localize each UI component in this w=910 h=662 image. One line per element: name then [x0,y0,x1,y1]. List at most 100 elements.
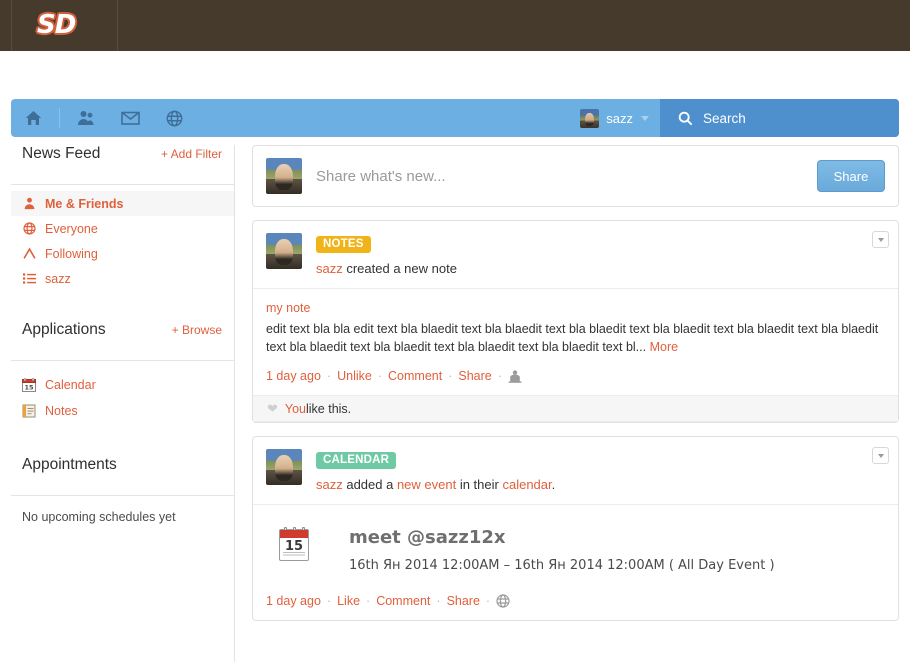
svg-text:15: 15 [24,384,34,392]
separator: · [485,594,491,608]
post-timestamp[interactable]: 1 day ago [266,369,321,383]
applications-list: 15 Calendar Notes [11,372,234,424]
note-text: edit text bla bla edit text bla blaedit … [266,320,885,356]
add-filter-button[interactable]: + Add Filter [161,147,222,161]
applications-section-header: Applications + Browse [11,321,234,353]
calendar-lines [283,552,305,557]
post-activity-line: sazz added a new event in their calendar… [316,477,555,492]
news-feed-list: Me & Friends Everyone Following sazz [11,191,234,291]
chevron-down-icon [877,453,884,458]
comment-button[interactable]: Comment [388,369,442,383]
user-menu-button[interactable]: sazz [571,99,660,137]
sidebar-item-label: Me & Friends [45,196,124,211]
globe-icon[interactable] [496,594,510,608]
sidebar: News Feed + Add Filter Me & Friends Ever… [11,145,235,662]
sidebar-item-following[interactable]: Following [11,241,234,266]
sidebar-item-everyone[interactable]: Everyone [11,216,234,241]
list-icon [22,272,36,286]
following-icon [22,247,36,261]
site-logo[interactable]: SD [37,9,99,41]
sidebar-item-label: Notes [45,404,78,418]
notes-icon [22,404,36,418]
post-author-link[interactable]: sazz [316,261,343,276]
search-input[interactable]: Search [660,99,899,137]
status-badge: NOTES [316,236,371,253]
post-header: NOTES sazz created a new note [253,221,898,289]
post-timestamp[interactable]: 1 day ago [266,594,321,608]
news-feed-section-header: News Feed + Add Filter [11,145,234,177]
event-datetime: 16th Ян 2014 12:00AM – 16th Ян 2014 12:0… [349,558,775,573]
browse-apps-button[interactable]: + Browse [172,323,222,337]
main-navigation-bar: sazz Search [11,99,899,137]
comment-button[interactable]: Comment [376,594,430,608]
post-notes: NOTES sazz created a new note my note ed… [252,220,899,423]
avatar [266,158,302,194]
event-block: 15 meet @sazz12x 16th Ян 2014 12:00AM – … [253,505,898,581]
friends-icon[interactable] [64,99,108,137]
divider [11,495,234,496]
event-title[interactable]: meet @sazz12x [349,527,775,548]
search-placeholder: Search [703,110,746,126]
action-pre-text: added a [342,477,397,492]
separator: · [497,369,502,383]
home-icon[interactable] [11,99,55,137]
heart-icon: ❤ [267,400,278,416]
sidebar-item-label: Calendar [45,378,96,392]
chevron-down-icon [877,237,884,242]
news-feed-column: Share what's new... Share NOTES sazz cre… [252,145,899,634]
share-button[interactable]: Share [458,369,491,383]
post-header: CALENDAR sazz added a new event in their… [253,437,898,505]
liker-link[interactable]: You [285,402,306,416]
post-actions: 1 day ago · Like · Comment · Share · [253,581,898,620]
sidebar-item-notes[interactable]: Notes [11,398,234,424]
sidebar-item-label: Following [45,246,98,261]
new-event-link[interactable]: new event [397,477,456,492]
post-calendar: CALENDAR sazz added a new event in their… [252,436,899,621]
appointments-section-header: Appointments [11,456,234,488]
note-title-link[interactable]: my note [266,301,885,315]
post-body: my note edit text bla bla edit text bla … [253,289,898,356]
action-post-text: . [551,477,556,492]
sidebar-item-calendar[interactable]: 15 Calendar [11,372,234,398]
like-summary-text: like this. [306,401,352,416]
avatar [266,233,302,269]
post-options-button[interactable] [872,447,889,464]
mail-icon[interactable] [108,99,152,137]
separator: · [326,369,332,383]
news-feed-title: News Feed [22,145,101,162]
post-author-link[interactable]: sazz [316,477,343,492]
sidebar-item-label: sazz [45,271,71,286]
sidebar-item-me-and-friends[interactable]: Me & Friends [11,191,234,216]
avatar [580,108,600,128]
calendar-icon: 15 [22,378,36,392]
post-activity-line: sazz created a new note [316,261,457,276]
top-brand-bar: SD [0,0,910,51]
nav-icon-group [11,99,196,137]
chevron-down-icon [641,115,649,121]
share-input[interactable]: Share what's new... [316,168,817,185]
like-summary-bar: ❤ You like this. [253,395,898,422]
person-icon [22,197,36,211]
avatar [266,449,302,485]
search-icon [678,111,693,125]
friends-icon[interactable] [508,369,522,383]
more-link[interactable]: More [646,340,678,354]
sidebar-item-sazz[interactable]: sazz [11,266,234,291]
post-actions: 1 day ago · Unlike · Comment · Share · [253,356,898,395]
post-options-button[interactable] [872,231,889,248]
calendar-link[interactable]: calendar [502,477,551,492]
share-button[interactable]: Share [817,160,885,192]
unlike-button[interactable]: Unlike [337,369,372,383]
globe-icon [22,222,36,236]
separator: · [448,369,453,383]
like-button[interactable]: Like [337,594,360,608]
action-mid-text: in their [456,477,503,492]
divider [11,184,234,185]
user-name-label: sazz [606,110,633,126]
share-button[interactable]: Share [447,594,480,608]
globe-icon[interactable] [152,99,196,137]
brand-divider-left [11,0,12,51]
appointments-title: Appointments [22,456,117,473]
